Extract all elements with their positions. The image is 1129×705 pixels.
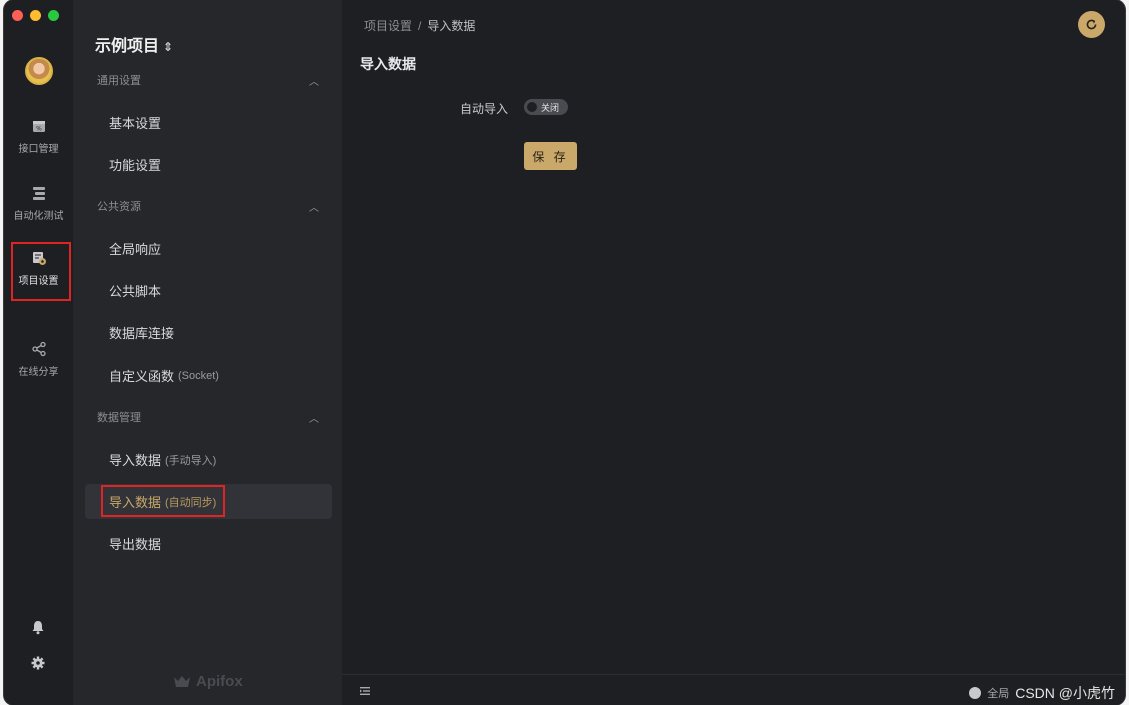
share-icon [31,341,46,356]
rail-item-automation[interactable]: 自动化测试 [4,177,73,229]
breadcrumb-current: 导入数据 [427,19,476,33]
close-window-button[interactable] [12,10,23,21]
nav-item-sublabel: (Socket) [178,369,219,382]
group-header-data-management[interactable]: 数据管理 ︿ [97,407,319,427]
nav-item-basic-settings[interactable]: 基本设置 [85,105,332,140]
project-switcher[interactable]: 示例项目 ⇕ [95,32,173,56]
main-content: 项目设置 / 导入数据 导入数据 自动导入 关闭 保 存 全局 CSDN @小虎… [342,0,1125,705]
nav-item-database-connection[interactable]: 数据库连接 [85,315,332,350]
project-settings-icon [32,251,46,265]
nav-item-label: 自定义函数 [109,369,175,384]
collapse-sidebar-icon[interactable] [359,685,371,697]
rail-item-label: 接口管理 [18,143,59,155]
chevron-up-icon: ︿ [309,413,319,425]
chevron-updown-icon: ⇕ [163,40,174,54]
nav-item-import-auto-sync[interactable]: 导入数据 (自动同步) [85,484,332,519]
nav-item-label: 全局响应 [109,242,162,257]
nav-item-feature-settings[interactable]: 功能设置 [85,147,332,182]
breadcrumb-separator: / [418,19,422,33]
nav-item-label: 导出数据 [109,537,162,552]
breadcrumb: 项目设置 / 导入数据 [364,17,475,34]
rail-item-label: 在线分享 [18,366,59,378]
minimize-window-button[interactable] [30,10,41,21]
toggle-knob [527,102,537,112]
automation-icon [32,186,45,200]
rail-item-api[interactable]: % 接口管理 [4,110,73,162]
group-title: 通用设置 [97,75,141,87]
gear-icon[interactable] [30,655,46,671]
notification-bell-icon[interactable] [30,619,46,635]
rail-item-label: 自动化测试 [13,210,64,222]
nav-item-import-manual[interactable]: 导入数据 (手动导入) [85,442,332,477]
api-icon: % [32,120,45,132]
watermark: CSDN @小虎竹 [1015,685,1115,701]
refresh-icon [1086,19,1097,30]
status-right: 全局 CSDN @小虎竹 [969,683,1115,703]
cookie-icon [969,687,982,699]
global-label[interactable]: 全局 [987,685,1009,701]
icon-rail: % 接口管理 自动化测试 项目设置 在线分享 [4,0,73,705]
toggle-state-text: 关闭 [541,102,560,113]
group-header-shared-resources[interactable]: 公共资源 ︿ [97,196,319,216]
auto-import-label: 自动导入 [460,102,509,116]
rail-item-label: 项目设置 [18,275,59,287]
auto-import-toggle[interactable]: 关闭 [524,99,568,115]
group-header-general[interactable]: 通用设置 ︿ [97,70,319,90]
nav-item-label: 公共脚本 [109,284,162,299]
nav-item-global-response[interactable]: 全局响应 [85,231,332,266]
window-controls [12,10,59,21]
svg-text:%: % [36,125,42,132]
rail-item-share[interactable]: 在线分享 [4,333,73,385]
nav-item-sublabel: (手动导入) [165,454,217,467]
settings-sidebar: 示例项目 ⇕ 通用设置 ︿ 基本设置 功能设置 公共资源 ︿ 全局响应 公共脚本 … [73,0,342,705]
nav-item-label: 数据库连接 [109,326,175,341]
rail-item-project-settings[interactable]: 项目设置 [4,242,73,301]
brand-name: Apifox [196,673,243,690]
page-title: 导入数据 [360,56,416,72]
group-title: 公共资源 [97,201,141,213]
nav-item-label: 基本设置 [109,116,162,131]
nav-item-label: 功能设置 [109,158,162,173]
chevron-up-icon: ︿ [309,76,319,88]
apifox-logo-icon [174,675,190,687]
app-window: % 接口管理 自动化测试 项目设置 在线分享 示例项目 ⇕ 通用设置 ︿ 基本设… [4,0,1125,705]
brand-logo: Apifox [173,673,243,690]
nav-item-label: 导入数据 [109,453,162,468]
nav-item-custom-functions[interactable]: 自定义函数 (Socket) [85,358,332,393]
project-title: 示例项目 [95,38,160,55]
avatar[interactable] [25,57,53,85]
breadcrumb-parent[interactable]: 项目设置 [364,19,412,33]
save-button[interactable]: 保 存 [524,142,577,170]
highlight-box [101,485,225,517]
nav-item-public-scripts[interactable]: 公共脚本 [85,273,332,308]
nav-item-export-data[interactable]: 导出数据 [85,526,332,561]
chevron-up-icon: ︿ [309,202,319,214]
refresh-button[interactable] [1078,11,1105,38]
status-bar: 全局 CSDN @小虎竹 [342,674,1125,705]
group-title: 数据管理 [97,412,141,424]
maximize-window-button[interactable] [48,10,59,21]
